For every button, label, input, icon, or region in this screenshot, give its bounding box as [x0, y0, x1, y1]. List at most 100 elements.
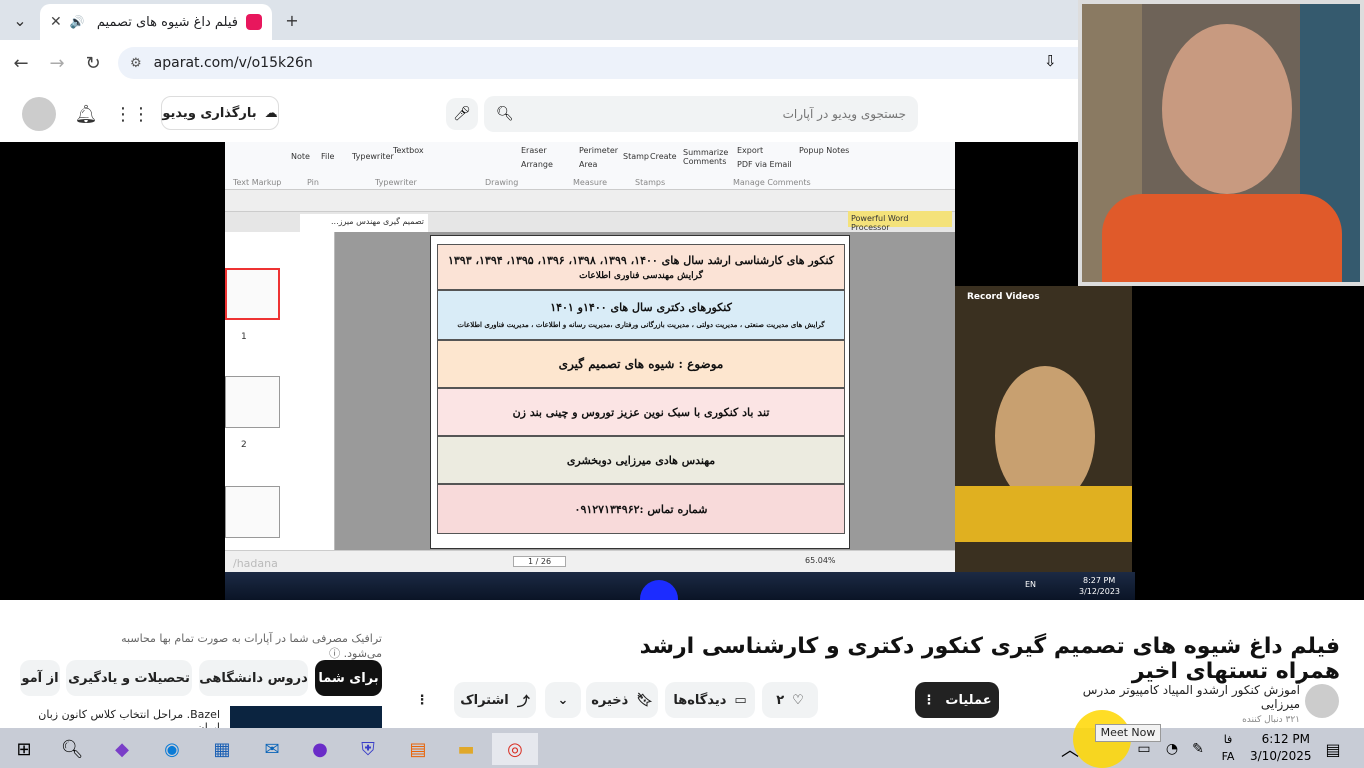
operations-button[interactable]: عملیات ⋮: [915, 682, 999, 718]
upload-label: بارگذاری ویدیو: [162, 105, 257, 121]
share-button[interactable]: ⤴ اشتراک: [454, 682, 536, 718]
inner-lang: EN: [1025, 580, 1037, 589]
meet-now-tooltip: Meet Now: [1095, 724, 1161, 742]
ribbon-summarize: Summarize Comments: [683, 148, 729, 166]
notifications-icon[interactable]: ▤: [1318, 733, 1348, 765]
address-bar[interactable]: ⚙ aparat.com/v/o15k26n: [118, 47, 1118, 79]
search-icon[interactable]: 🔍︎: [54, 733, 90, 765]
more-options-icon[interactable]: ⋮: [404, 682, 440, 718]
ribbon-group-text-markup: Text Markup: [233, 178, 282, 187]
new-tab-icon[interactable]: +: [280, 8, 304, 32]
site-info-icon[interactable]: ⚙: [130, 56, 142, 71]
chip-university-courses[interactable]: دروس دانشگاهی: [199, 660, 308, 696]
ribbon-pdf-email: PDF via Email: [737, 160, 792, 169]
page-row: تند باد کنکوری با سبک نوین عزیز توروس و …: [437, 388, 845, 436]
comments-button[interactable]: ▭ دیدگاه‌ها: [665, 682, 755, 718]
like-button[interactable]: ♡ ۲: [762, 682, 818, 718]
tab-search-icon[interactable]: ⌄: [8, 8, 32, 32]
file-explorer-icon[interactable]: ▬: [448, 733, 484, 765]
page-indicator: 1 / 26: [513, 556, 567, 567]
tab-close-icon[interactable]: ✕: [50, 14, 62, 30]
channel-name[interactable]: آموزش کنکور ارشدو المپیاد کامپیوتر مدرس …: [1040, 683, 1300, 711]
edge-icon[interactable]: ◉: [154, 733, 190, 765]
install-app-icon[interactable]: ⇩: [1044, 52, 1064, 72]
ribbon-textbox: Textbox: [393, 146, 424, 155]
suggested-video-thumbnail[interactable]: [230, 706, 382, 728]
language-indicator[interactable]: فا FA: [1218, 731, 1238, 765]
browser-tab[interactable]: ✕ 🔊 فیلم داغ شیوه های تصمیم گ: [40, 4, 272, 40]
start-icon[interactable]: ⊞: [6, 733, 42, 765]
share-label: اشتراک: [460, 692, 509, 708]
bookmark-icon: 🔖︎: [636, 692, 653, 708]
record-videos-label: Record Videos: [967, 292, 1040, 302]
chip-more[interactable]: از آمو: [20, 660, 60, 696]
share-icon: ⤴: [516, 694, 530, 710]
like-count: ۲: [776, 692, 785, 708]
heart-icon: ♡: [792, 692, 804, 708]
watermark-text: /hadana: [233, 557, 278, 570]
shield-app-icon[interactable]: ⛨: [350, 733, 386, 765]
save-button[interactable]: 🔖︎ ذخیره: [586, 682, 658, 718]
user-avatar[interactable]: [22, 97, 56, 131]
ribbon-export: Export: [737, 146, 764, 155]
presenter-face: [995, 366, 1095, 506]
save-dropdown-chevron-icon[interactable]: ⌄: [545, 682, 581, 718]
page-row-subline: گرایش مهندسی فناوری اطلاعات: [579, 270, 703, 281]
page-row-line: کنکورهای دکتری سال های ۱۴۰۰و ۱۴۰۱: [550, 301, 732, 314]
search-input[interactable]: [513, 107, 906, 121]
forward-icon[interactable]: →: [44, 50, 70, 76]
page-thumbnail: [225, 268, 280, 320]
search-bar[interactable]: 🔍︎: [484, 96, 918, 132]
channel-info[interactable]: آموزش کنکور ارشدو المپیاد کامپیوتر مدرس …: [1040, 683, 1300, 725]
ribbon-file: File: [321, 152, 335, 161]
ribbon-note: Note: [291, 152, 310, 161]
chip-for-you[interactable]: برای شما: [315, 660, 382, 696]
chrome-icon[interactable]: ◎: [492, 733, 538, 765]
ribbon-area: Area: [579, 160, 598, 169]
notification-bell-icon[interactable]: 🔔︎: [70, 98, 102, 130]
speaker-icon[interactable]: 🔊: [70, 15, 85, 29]
inner-time: 8:27 PM: [1083, 576, 1116, 585]
microphone-icon[interactable]: 🎤︎: [446, 98, 478, 130]
page-row: کنکور های کارشناسی ارشد سال های ۱۴۰۰، ۱۳…: [437, 244, 845, 290]
ribbon-perimeter: Perimeter: [579, 146, 619, 155]
channel-avatar[interactable]: [1305, 684, 1339, 718]
back-icon[interactable]: ←: [8, 50, 34, 76]
save-label: ذخیره: [591, 692, 629, 708]
clock-date: 3/10/2025: [1250, 749, 1312, 763]
system-clock[interactable]: 6:12 PM 3/10/2025: [1250, 731, 1312, 765]
thumbnail-number: 1: [241, 332, 247, 342]
ribbon-eraser: Eraser: [521, 146, 547, 155]
pen-icon[interactable]: ✎: [1186, 733, 1210, 765]
tab-title: فیلم داغ شیوه های تصمیم گ: [92, 14, 238, 30]
store-icon[interactable]: ▦: [204, 733, 240, 765]
upload-video-button[interactable]: بارگذاری ویدیو ☁: [161, 96, 279, 130]
thumbnail-number: 2: [241, 440, 247, 450]
apps-grid-icon[interactable]: ⋮⋮: [114, 98, 150, 130]
comment-icon: ▭: [734, 692, 747, 708]
pdf-quick-toolbar: [225, 190, 955, 212]
ribbon-stamp: Stamp: [623, 152, 649, 161]
page-row: مهندس هادی میرزایی دوبخشری: [437, 436, 845, 484]
presenter-shirt: [955, 486, 1132, 542]
show-hidden-icons-icon[interactable]: ︿: [1058, 733, 1082, 765]
language-code: FA: [1221, 750, 1235, 763]
page-row-line: کنکور های کارشناسی ارشد سال های ۱۴۰۰، ۱۳…: [447, 253, 835, 267]
outlook-icon[interactable]: ✉: [254, 733, 290, 765]
pdf-editor-icon[interactable]: ▤: [400, 733, 436, 765]
pdf-status-bar: /hadana 1 / 26 65.04%: [225, 550, 955, 572]
pdf-page: کنکور های کارشناسی ارشد سال های ۱۴۰۰، ۱۳…: [430, 235, 850, 549]
page-row-subline: گرایش های مدیریت صنعتی ، مدیریت دولتی ، …: [457, 320, 825, 329]
pdf-doc-tab: تصمیم گیری مهندس میرز...: [300, 214, 428, 232]
search-icon[interactable]: 🔍︎: [496, 106, 514, 122]
chip-education[interactable]: تحصیلات و یادگیری: [66, 660, 192, 696]
ribbon-group-typewriter: Typewriter: [375, 178, 417, 187]
inner-date: 3/12/2023: [1079, 587, 1121, 596]
copilot-icon[interactable]: ◆: [104, 733, 140, 765]
host-shirt: [1102, 194, 1342, 282]
app-circle-icon[interactable]: ●: [302, 733, 338, 765]
reload-icon[interactable]: ↻: [80, 50, 106, 76]
wifi-icon[interactable]: ◔: [1160, 733, 1184, 765]
ribbon-group-pin: Pin: [307, 178, 319, 187]
more-vert-icon: ⋮: [922, 692, 936, 708]
